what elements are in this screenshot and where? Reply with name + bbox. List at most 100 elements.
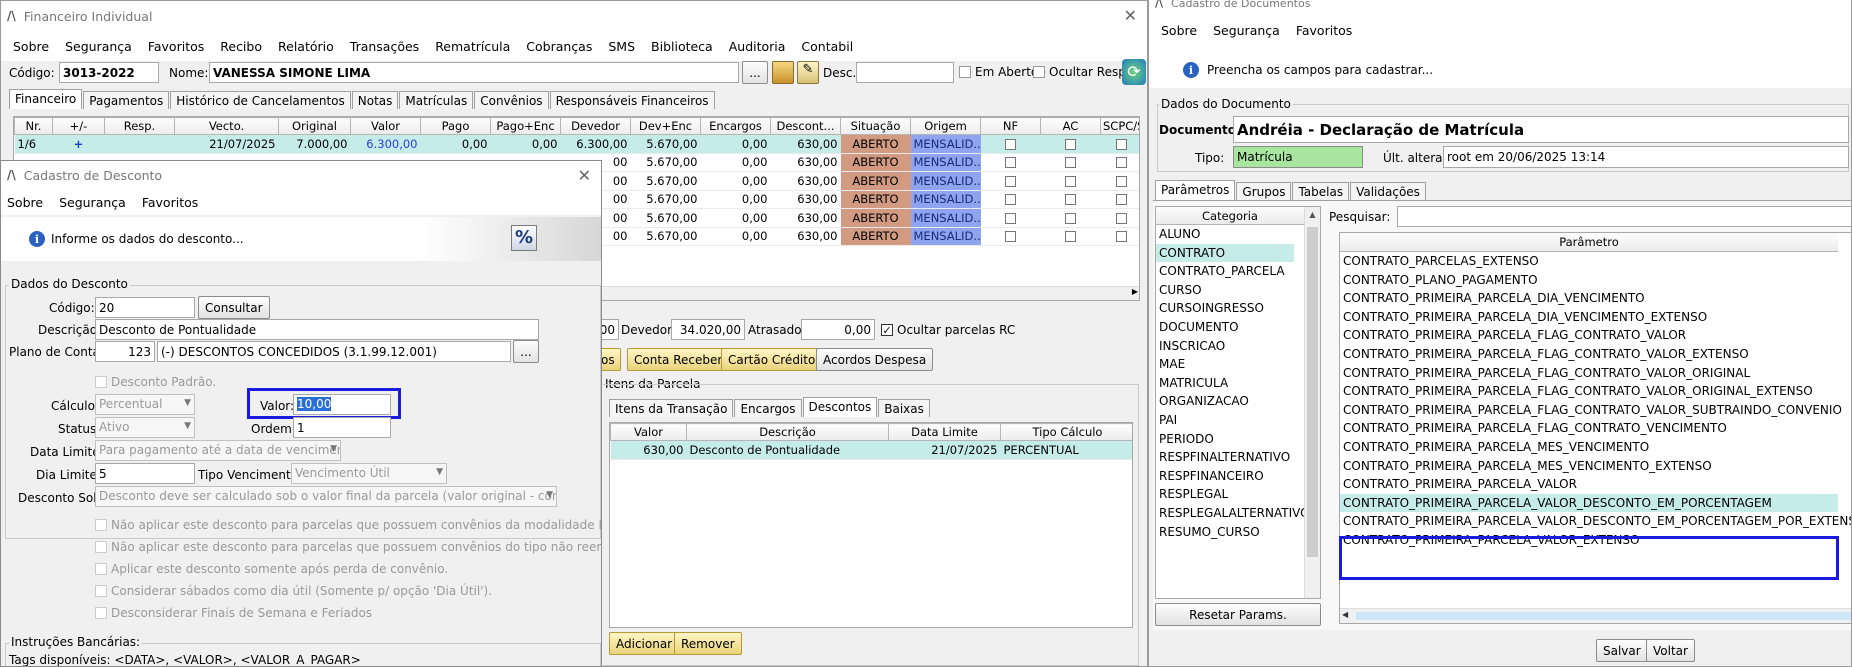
tab-matriculas[interactable]: Matrículas (399, 91, 474, 109)
parametro-item[interactable]: CONTRATO_PRIMEIRA_PARCELA_FLAG_CONTRATO_… (1340, 401, 1842, 420)
notes-icon[interactable]: ✎ (797, 61, 819, 84)
refresh-icon[interactable]: ⟳ (1122, 59, 1146, 85)
parametro-item[interactable]: CONTRATO_PRIMEIRA_PARCELA_MES_VENCIMENTO… (1340, 457, 1838, 476)
nome-input[interactable] (209, 62, 739, 83)
parametro-item[interactable]: CONTRATO_PLANO_PAGAMENTO (1340, 271, 1838, 290)
scpc-checkbox[interactable] (1100, 153, 1139, 172)
parametro-item[interactable]: CONTRATO_PRIMEIRA_PARCELA_FLAG_CONTRATO_… (1340, 326, 1838, 345)
ac-checkbox[interactable] (1040, 171, 1101, 191)
parametro-item[interactable]: CONTRATO_PRIMEIRA_PARCELA_DIA_VENCIMENTO… (1340, 308, 1838, 327)
salvar-button[interactable]: Salvar (1596, 639, 1648, 662)
parametro-item[interactable]: CONTRATO_PRIMEIRA_PARCELA_VALOR_DESCONTO… (1340, 512, 1851, 531)
column-header[interactable]: Original (278, 117, 351, 135)
column-header[interactable]: Pago+Enc (490, 117, 561, 135)
parametro-item[interactable]: CONTRATO_PRIMEIRA_PARCELA_FLAG_CONTRATO_… (1340, 382, 1838, 401)
financeiro-titlebar[interactable]: /\ Financeiro Individual ✕ (1, 1, 1147, 31)
column-header[interactable]: Dev+Enc (630, 117, 701, 135)
tab-pagamentos[interactable]: Pagamentos (83, 91, 170, 109)
pesquisar-input[interactable] (1397, 206, 1851, 227)
parametro-hscrollbar[interactable]: ◀ (1340, 608, 1851, 623)
scpc-checkbox[interactable] (1100, 227, 1139, 246)
nome-search-button[interactable]: ... (742, 61, 768, 84)
codigo-input[interactable] (95, 297, 195, 318)
categoria-item[interactable]: ORGANIZACAO (1156, 392, 1294, 411)
parametro-item[interactable]: CONTRATO_PARCELAS_EXTENSO (1340, 252, 1838, 271)
tab-encargos[interactable]: Encargos (734, 399, 802, 417)
tab-historico-cancelamentos[interactable]: Histórico de Cancelamentos (170, 91, 351, 109)
categoria-item[interactable]: CONTRATO_PARCELA (1156, 262, 1294, 281)
ordem-input[interactable] (293, 417, 391, 438)
menu-sobre[interactable]: Sobre (13, 39, 49, 54)
categoria-item[interactable]: PERIODO (1156, 430, 1294, 449)
hscroll-thumb[interactable] (1356, 612, 1851, 620)
col-tipo-calculo[interactable]: Tipo Cálculo (1000, 423, 1132, 441)
categoria-item[interactable]: INSCRICAO (1156, 337, 1294, 356)
categoria-item[interactable]: PAI (1156, 411, 1294, 430)
menu-sms[interactable]: SMS (608, 39, 635, 54)
expand-plus-icon[interactable]: + (52, 134, 105, 154)
tab-responsaveis[interactable]: Responsáveis Financeiros (549, 91, 715, 109)
categoria-item[interactable]: RESPFINANCEIRO (1156, 467, 1294, 486)
tab-validacoes[interactable]: Validações (1350, 182, 1426, 200)
menu-rematricula[interactable]: Rematrícula (435, 39, 510, 54)
menu-cobrancas[interactable]: Cobranças (526, 39, 592, 54)
remover-button[interactable]: Remover (674, 632, 742, 655)
dia-limite-input[interactable] (95, 463, 195, 484)
column-header[interactable]: SCPC/S (1100, 117, 1139, 135)
scroll-right-arrow-icon[interactable]: ▶ (1132, 287, 1138, 296)
tab-convenios[interactable]: Convênios (474, 91, 549, 109)
column-header[interactable]: Devedor (560, 117, 631, 135)
categoria-item[interactable]: CURSOINGRESSO (1156, 299, 1294, 318)
cartao-credito-button[interactable]: Cartão Crédito (721, 348, 823, 371)
close-icon[interactable]: ✕ (1124, 6, 1137, 25)
ocultar-resp-checkbox[interactable]: Ocultar Resp. (1033, 65, 1130, 79)
ac-checkbox[interactable] (1040, 190, 1101, 209)
menu-seguranca[interactable]: Segurança (65, 39, 132, 54)
scpc-checkbox[interactable] (1100, 208, 1139, 228)
menu-contabil[interactable]: Contabil (801, 39, 853, 54)
menu-favoritos[interactable]: Favoritos (148, 39, 204, 54)
parametro-item[interactable]: CONTRATO_PRIMEIRA_PARCELA_FLAG_CONTRATO_… (1340, 364, 1838, 383)
categoria-item[interactable]: RESUMO_CURSO (1156, 523, 1294, 542)
menu-favoritos[interactable]: Favoritos (1296, 23, 1352, 38)
column-header[interactable]: Situação (840, 117, 911, 135)
em-aberto-checkbox[interactable]: Em Aberto (959, 65, 1038, 79)
parametro-item[interactable]: CONTRATO_PRIMEIRA_PARCELA_FLAG_CONTRATO_… (1340, 419, 1838, 438)
tab-financeiro[interactable]: Financeiro (9, 89, 83, 109)
ac-checkbox[interactable] (1040, 134, 1101, 154)
parametro-item[interactable]: CONTRATO_PRIMEIRA_PARCELA_FLAG_CONTRATO_… (1340, 345, 1838, 364)
categoria-item[interactable]: CURSO (1156, 281, 1294, 300)
tab-notas[interactable]: Notas (351, 91, 399, 109)
scroll-left-arrow-icon[interactable]: ◀ (1342, 610, 1348, 619)
scroll-up-arrow-icon[interactable]: ▲ (1305, 207, 1320, 223)
desc-input[interactable] (856, 62, 954, 83)
menu-relatorio[interactable]: Relatório (278, 39, 334, 54)
ac-checkbox[interactable] (1040, 227, 1101, 246)
os-button[interactable]: os (599, 348, 621, 371)
column-header[interactable]: Vecto. (174, 117, 279, 135)
menu-seguranca[interactable]: Segurança (59, 195, 126, 210)
menu-transacoes[interactable]: Transações (350, 39, 419, 54)
menu-recibo[interactable]: Recibo (220, 39, 262, 54)
column-header[interactable]: AC (1040, 117, 1101, 135)
tab-parametros[interactable]: Parâmetros (1155, 180, 1236, 200)
resetar-params-button[interactable]: Resetar Params. (1155, 603, 1321, 626)
tab-tabelas[interactable]: Tabelas (1292, 182, 1350, 200)
tab-itens-transacao[interactable]: Itens da Transação (609, 399, 734, 417)
parametro-item[interactable]: CONTRATO_PRIMEIRA_PARCELA_VALOR_DESCONTO… (1340, 493, 1838, 513)
plano-search-button[interactable]: ... (513, 340, 539, 363)
user-icon[interactable] (772, 61, 794, 84)
parametro-item[interactable]: CONTRATO_PRIMEIRA_PARCELA_VALOR (1340, 475, 1838, 494)
table-row[interactable]: 630,00 Desconto de Pontualidade 21/07/20… (610, 440, 1132, 460)
tipo-field[interactable]: Matrícula (1233, 146, 1363, 168)
consultar-button[interactable]: Consultar (198, 296, 270, 319)
column-header[interactable]: Origem (910, 117, 981, 135)
column-header[interactable]: Encargos (700, 117, 771, 135)
column-header[interactable]: Descont... (770, 117, 841, 135)
ac-checkbox[interactable] (1040, 208, 1101, 228)
column-header[interactable]: Resp. (104, 117, 175, 135)
nf-checkbox[interactable] (980, 171, 1041, 191)
menu-sobre[interactable]: Sobre (1161, 23, 1197, 38)
menu-seguranca[interactable]: Segurança (1213, 23, 1280, 38)
col-descricao[interactable]: Descrição (686, 423, 889, 441)
